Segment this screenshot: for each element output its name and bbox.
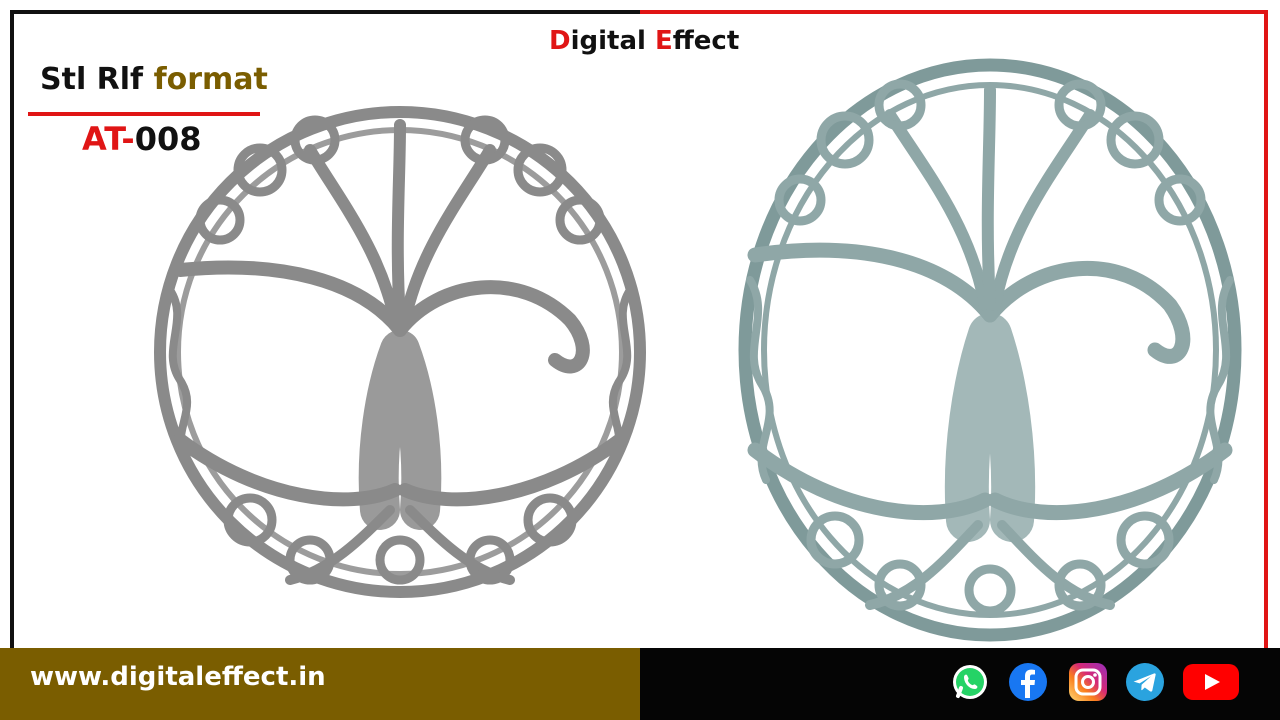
brand-letter-e: E <box>654 26 673 56</box>
website-link[interactable]: www.digitaleffect.in <box>30 662 326 692</box>
product-code-prefix: AT- <box>82 120 135 158</box>
format-prefix: Stl Rlf <box>40 62 154 97</box>
brand-letter-d: D <box>549 26 571 56</box>
youtube-icon[interactable] <box>1182 662 1240 702</box>
brand-title: Digital Effect <box>549 26 739 56</box>
frame-top-right-border <box>640 10 1268 14</box>
frame-top-left-border <box>10 10 640 14</box>
telegram-icon[interactable] <box>1125 662 1165 702</box>
facebook-icon[interactable] <box>1008 662 1048 702</box>
whatsapp-icon[interactable] <box>950 662 990 702</box>
frame-left-border <box>10 10 14 650</box>
frame-right-border <box>1264 10 1268 650</box>
tree-of-life-relief-gray <box>154 106 646 598</box>
brand-word-1: igital <box>570 26 655 56</box>
instagram-icon[interactable] <box>1068 662 1108 702</box>
tree-of-life-relief-teal <box>738 58 1242 642</box>
